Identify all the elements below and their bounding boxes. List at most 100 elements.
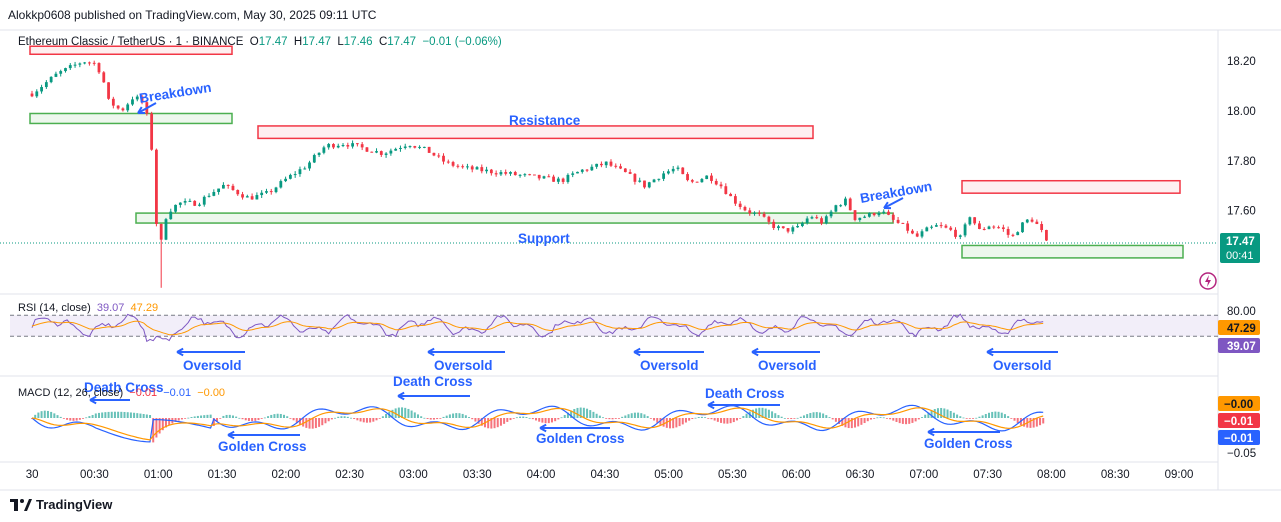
macd-histogram-bar [735, 418, 738, 421]
macd-histogram-bar [889, 418, 892, 420]
candle [920, 231, 924, 237]
macd-histogram-bar [675, 418, 678, 428]
support-zone[interactable] [135, 212, 894, 224]
candle [446, 161, 450, 163]
candle [561, 178, 565, 182]
candle [217, 188, 221, 192]
candle [877, 212, 881, 216]
macd-histogram-bar [37, 412, 40, 418]
candle [700, 179, 704, 183]
macd-histogram-bar [273, 414, 276, 418]
macd-histogram-bar [809, 412, 812, 418]
candle [437, 155, 441, 157]
macd-histogram-bar [279, 413, 282, 418]
price-tick-label: 17.80 [1227, 156, 1256, 168]
candle [676, 167, 680, 169]
candle [513, 172, 517, 176]
macd-histogram-bar [493, 418, 496, 429]
candle [241, 194, 244, 198]
support-zone[interactable] [29, 112, 233, 125]
candle [901, 222, 905, 224]
candle [178, 202, 182, 205]
macd-histogram-bar [499, 418, 502, 426]
candle [647, 182, 651, 188]
candle [867, 213, 871, 217]
golden-cross-label: Golden Cross [536, 431, 625, 446]
candle [231, 185, 235, 191]
candle [533, 174, 536, 176]
macd-histogram-bar [595, 413, 598, 418]
candle [671, 168, 675, 172]
macd-histogram-bar [608, 418, 611, 420]
macd-histogram-bar [519, 416, 522, 418]
candle [131, 99, 134, 105]
macd-histogram-bar [968, 418, 971, 419]
time-tick-label: 09:00 [1165, 469, 1194, 481]
candle [370, 151, 374, 153]
macd-histogram-bar [681, 418, 684, 425]
macd-histogram-bar [461, 413, 464, 418]
macd-histogram-bar [547, 418, 550, 424]
candle [265, 191, 268, 193]
macd-histogram-bar [544, 418, 547, 424]
candle [312, 155, 316, 163]
time-tick-label: 02:30 [335, 469, 364, 481]
candle [781, 226, 785, 229]
macd-histogram-bar [988, 412, 990, 418]
macd-histogram-bar [771, 411, 774, 418]
candle [92, 62, 96, 64]
macd-histogram-bar [1007, 416, 1010, 418]
candle [1011, 234, 1015, 236]
candle [1045, 229, 1048, 241]
macd-histogram-bar [694, 417, 697, 419]
macd-histogram-bar [337, 416, 340, 418]
macd-histogram-bar [487, 418, 490, 429]
candle [858, 217, 862, 220]
candle [485, 169, 488, 172]
macd-histogram-bar [263, 417, 266, 419]
rsi-title[interactable]: RSI (14, close) [18, 302, 91, 314]
macd-histogram-bar [640, 413, 643, 418]
macd-histogram-bar [129, 412, 132, 418]
macd-histogram-bar [812, 412, 815, 418]
candle [274, 187, 278, 193]
support-zone[interactable] [961, 244, 1184, 259]
macd-histogram-bar [244, 418, 247, 421]
time-tick-label: 06:00 [782, 469, 811, 481]
chart-canvas[interactable]: BreakdownResistanceSupportBreakdownOvers… [0, 0, 1281, 522]
oversold-label: Oversold [183, 358, 242, 373]
macd-histogram-bar [72, 418, 75, 421]
oversold-label: Oversold [434, 358, 493, 373]
macd-histogram-bar [314, 418, 317, 429]
candle [863, 216, 866, 218]
death-cross-label: Death Cross [393, 374, 473, 389]
macd-histogram-bar [407, 408, 410, 418]
rsi-value: 39.07 [96, 302, 125, 314]
macd-histogram-bar [515, 417, 518, 419]
macd-histogram-bar [895, 418, 898, 422]
candle [193, 200, 197, 206]
golden-cross-label: Golden Cross [924, 436, 1013, 451]
candle [623, 168, 627, 173]
candle [595, 163, 599, 167]
close-value: 17.47 [387, 36, 417, 48]
macd-histogram-bar [286, 416, 289, 418]
macd-histogram-bar [276, 413, 279, 418]
macd-histogram-bar [952, 412, 955, 418]
macd-histogram-bar [729, 418, 732, 424]
macd-title[interactable]: MACD (12, 26, close) [18, 387, 123, 399]
candle [456, 165, 460, 167]
alert-lightning-icon[interactable] [1199, 272, 1217, 290]
candle [509, 172, 512, 174]
tradingview-footer[interactable]: TradingView [10, 497, 112, 512]
candle [633, 173, 637, 182]
resistance-zone[interactable] [961, 179, 1181, 194]
macd-histogram-bar [962, 417, 965, 419]
rsi-tick-label: 80.00 [1227, 306, 1256, 318]
macd-histogram-bar [892, 418, 895, 421]
macd-histogram-bar [777, 415, 780, 418]
macd-histogram-bar [541, 418, 544, 423]
candle [78, 63, 82, 65]
symbol-title[interactable]: Ethereum Classic / TetherUS · 1 · BINANC… [18, 36, 243, 48]
macd-histogram-bar [726, 418, 729, 424]
